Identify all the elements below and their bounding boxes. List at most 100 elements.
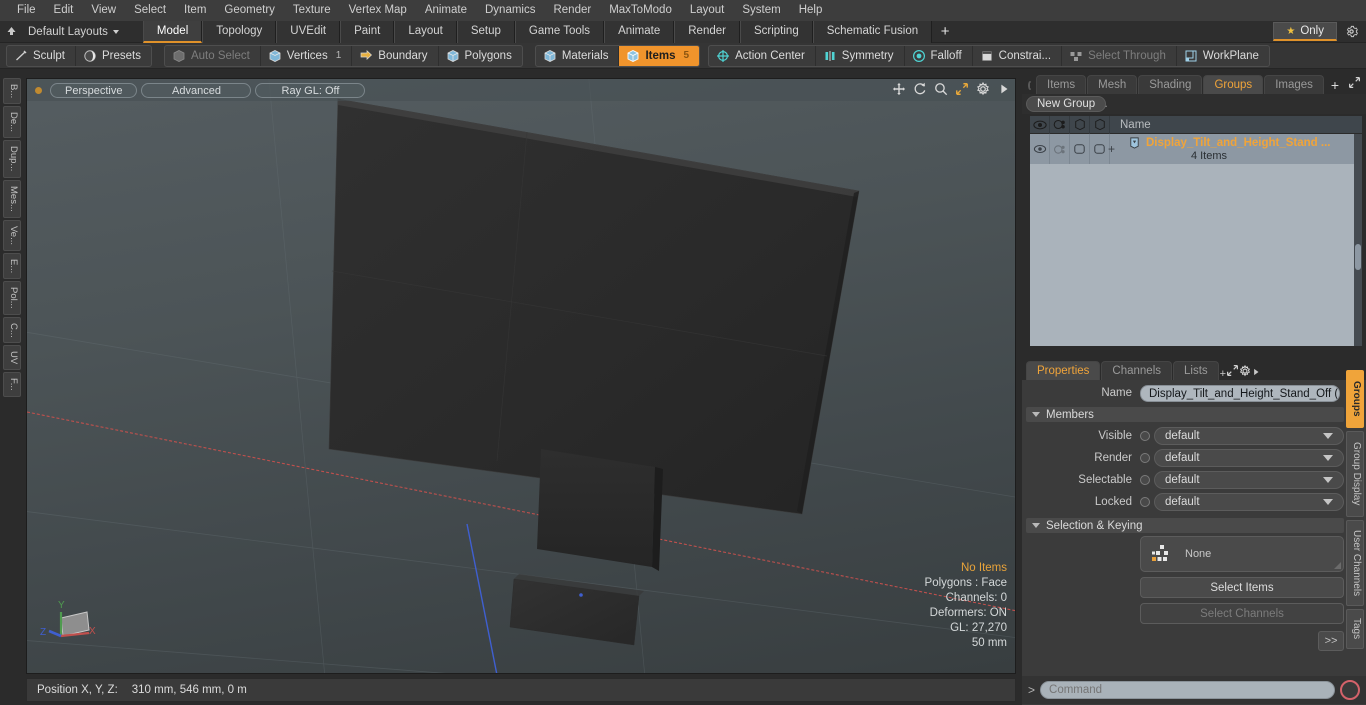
select-through-button[interactable]: Select Through — [1062, 45, 1177, 66]
right-tab-groups[interactable]: Groups — [1346, 370, 1364, 428]
new-group-button[interactable]: New Group — [1026, 96, 1107, 112]
menu-item-render[interactable]: Render — [544, 0, 600, 21]
panel-menu-icon[interactable] — [1028, 81, 1032, 90]
layout-tab-animate[interactable]: Animate — [604, 20, 675, 43]
tab-properties[interactable]: Properties — [1026, 361, 1101, 380]
items-button[interactable]: Items 5 — [619, 45, 700, 66]
layout-tab-paint[interactable]: Paint — [340, 20, 395, 43]
menu-item-maxtomodo[interactable]: MaxToModo — [600, 0, 681, 21]
left-tab-deform[interactable]: De... — [3, 106, 21, 139]
boundary-button[interactable]: Boundary — [352, 45, 439, 66]
name-input[interactable]: Display_Tilt_and_Height_Stand_Off (: — [1140, 384, 1340, 402]
home-icon[interactable] — [0, 21, 22, 43]
selectable-override-toggle[interactable] — [1140, 475, 1150, 485]
item-list-body[interactable]: + Display_Tilt_and_Height_Stand ... 4 It… — [1030, 134, 1362, 346]
locked-dropdown[interactable]: default — [1154, 493, 1344, 511]
add-layout-tab-button[interactable]: + — [932, 23, 958, 40]
add-panel-tab-button[interactable]: + — [1325, 76, 1345, 94]
properties-expand-icon[interactable] — [1226, 364, 1239, 380]
left-tab-duplicate[interactable]: Dup... — [3, 140, 21, 178]
menu-item-view[interactable]: View — [82, 0, 125, 21]
sculpt-button[interactable]: Sculpt — [7, 45, 76, 66]
visible-override-toggle[interactable] — [1140, 431, 1150, 441]
members-section-header[interactable]: Members — [1026, 407, 1344, 422]
expand-icon[interactable]: + — [1108, 142, 1115, 156]
row-render-icon[interactable] — [1050, 134, 1070, 164]
left-tab-fusion[interactable]: F... — [3, 372, 21, 398]
workplane-button[interactable]: WorkPlane — [1177, 46, 1269, 66]
scrollbar-thumb[interactable] — [1355, 244, 1361, 270]
right-tab-user-channels[interactable]: User Channels — [1346, 520, 1364, 606]
column-eye-icon[interactable] — [1030, 115, 1050, 134]
layout-tab-scripting[interactable]: Scripting — [739, 20, 813, 43]
tab-images[interactable]: Images — [1264, 75, 1324, 94]
menu-item-select[interactable]: Select — [125, 0, 175, 21]
move-icon[interactable] — [892, 82, 906, 96]
constraint-button[interactable]: Constrai... — [973, 45, 1063, 66]
layout-tab-uvedit[interactable]: UVEdit — [276, 20, 341, 43]
menu-item-item[interactable]: Item — [175, 0, 215, 21]
left-tab-curve[interactable]: C... — [3, 316, 21, 344]
column-cube-icon-1[interactable] — [1070, 115, 1090, 134]
selection-preset-box[interactable]: None — [1140, 536, 1344, 572]
layout-tab-render[interactable]: Render — [674, 20, 740, 43]
action-center-button[interactable]: Action Center — [709, 45, 816, 66]
falloff-button[interactable]: Falloff — [905, 45, 973, 66]
command-input[interactable] — [1040, 681, 1335, 699]
expand-panel-icon[interactable] — [1345, 76, 1364, 94]
visible-dropdown[interactable]: default — [1154, 427, 1344, 445]
viewport-shading-selector[interactable]: Advanced — [141, 82, 252, 98]
gear-icon[interactable] — [976, 82, 990, 96]
layout-tab-schematic-fusion[interactable]: Schematic Fusion — [812, 20, 933, 43]
viewport-3d[interactable]: Perspective Advanced Ray GL: Off Y X Z N… — [26, 78, 1016, 674]
row-lock-toggle[interactable] — [1090, 134, 1110, 164]
tab-groups[interactable]: Groups — [1203, 75, 1264, 94]
menu-item-help[interactable]: Help — [790, 0, 832, 21]
menu-item-dynamics[interactable]: Dynamics — [476, 0, 544, 21]
left-tab-uv[interactable]: UV — [3, 345, 21, 371]
fit-icon[interactable] — [955, 82, 969, 96]
materials-button[interactable]: Materials — [536, 45, 620, 66]
layout-selector[interactable]: Default Layouts — [22, 21, 125, 43]
more-options-button[interactable]: >> — [1318, 631, 1344, 651]
presets-button[interactable]: Presets — [76, 46, 151, 66]
menu-item-edit[interactable]: Edit — [45, 0, 83, 21]
right-tab-group-display[interactable]: Group Display — [1346, 431, 1364, 517]
viewport-projection-selector[interactable]: Perspective — [50, 82, 138, 98]
tab-lists[interactable]: Lists — [1173, 361, 1219, 380]
only-button[interactable]: ★ Only — [1273, 22, 1337, 41]
rotate-icon[interactable] — [913, 82, 927, 96]
select-items-button[interactable]: Select Items — [1140, 577, 1344, 598]
render-override-toggle[interactable] — [1140, 453, 1150, 463]
column-cube-icon-2[interactable] — [1090, 115, 1110, 134]
menu-item-geometry[interactable]: Geometry — [215, 0, 284, 21]
auto-select-button[interactable]: Auto Select — [165, 45, 261, 66]
left-tab-edge[interactable]: E... — [3, 252, 21, 279]
left-tab-mesh[interactable]: Mes... — [3, 179, 21, 218]
layout-tab-topology[interactable]: Topology — [202, 20, 277, 43]
right-tab-tags[interactable]: Tags — [1346, 609, 1364, 649]
item-list-scrollbar[interactable] — [1354, 134, 1362, 346]
zoom-icon[interactable] — [934, 82, 948, 96]
gear-icon[interactable] — [1340, 21, 1362, 43]
tab-mesh-ops[interactable]: Mesh ... — [1087, 75, 1138, 110]
menu-item-vertex-map[interactable]: Vertex Map — [340, 0, 416, 21]
left-tab-polygon[interactable]: Pol... — [3, 280, 21, 315]
polygons-button[interactable]: Polygons — [439, 46, 522, 66]
record-icon[interactable] — [1340, 680, 1360, 700]
row-eye-icon[interactable] — [1030, 134, 1050, 164]
viewport-raygl-selector[interactable]: Ray GL: Off — [255, 82, 366, 98]
play-icon[interactable] — [997, 82, 1011, 96]
vertices-button[interactable]: Vertices 1 — [261, 45, 353, 66]
layout-tab-setup[interactable]: Setup — [456, 20, 515, 43]
menu-item-layout[interactable]: Layout — [681, 0, 734, 21]
tab-items[interactable]: Items — [1036, 75, 1087, 94]
selectable-dropdown[interactable]: default — [1154, 471, 1344, 489]
selection-keying-section-header[interactable]: Selection & Keying — [1026, 518, 1344, 533]
properties-gear-icon[interactable] — [1239, 364, 1251, 380]
left-tab-vertex[interactable]: Ve... — [3, 219, 21, 251]
layout-tab-game-tools[interactable]: Game Tools — [514, 20, 605, 43]
properties-options-icon[interactable] — [1251, 367, 1261, 380]
left-tab-basic[interactable]: B... — [3, 78, 21, 105]
table-row[interactable]: + Display_Tilt_and_Height_Stand ... 4 It… — [1030, 134, 1362, 164]
